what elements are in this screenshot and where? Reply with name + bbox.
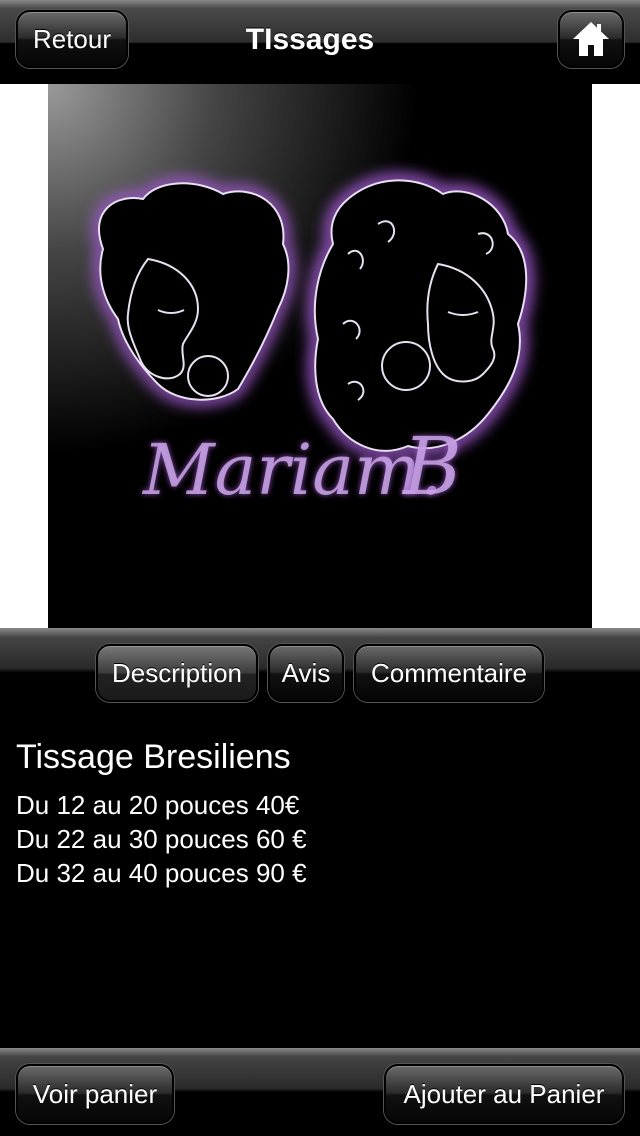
tab-bar: Description Avis Commentaire [0, 628, 640, 708]
brand-logo: Mariam. Mariam. B B [92, 172, 535, 513]
back-button[interactable]: Retour [16, 10, 128, 68]
bottom-toolbar: Voir panier Ajouter au Panier [0, 1048, 640, 1136]
navigation-bar: Retour TIssages [0, 0, 640, 84]
page-title: TIssages [245, 23, 375, 56]
price-line: Du 22 au 30 pouces 60 € [16, 824, 307, 854]
view-cart-button[interactable]: Voir panier [16, 1064, 174, 1124]
product-image-area: Mariam. Mariam. B B [0, 84, 640, 628]
home-button[interactable] [558, 10, 624, 68]
price-list: Du 12 au 20 pouces 40€ Du 22 au 30 pouce… [16, 788, 307, 890]
svg-text:Mariam.: Mariam. [141, 429, 443, 511]
price-line: Du 12 au 20 pouces 40€ [16, 790, 300, 820]
description-panel: Tissage Bresiliens Du 12 au 20 pouces 40… [0, 708, 640, 1048]
tab-commentaire[interactable]: Commentaire [354, 644, 544, 702]
add-to-cart-button[interactable]: Ajouter au Panier [384, 1064, 624, 1124]
product-image: Mariam. Mariam. B B [48, 84, 592, 628]
app-screen: Retour TIssages Mariam. Mariam. B B Desc… [0, 0, 640, 1136]
price-line: Du 32 au 40 pouces 90 € [16, 858, 307, 888]
svg-text:B: B [401, 420, 462, 513]
tab-description[interactable]: Description [96, 644, 258, 702]
home-icon [573, 22, 609, 56]
product-name: Tissage Bresiliens [16, 738, 291, 776]
tab-avis[interactable]: Avis [268, 644, 344, 702]
